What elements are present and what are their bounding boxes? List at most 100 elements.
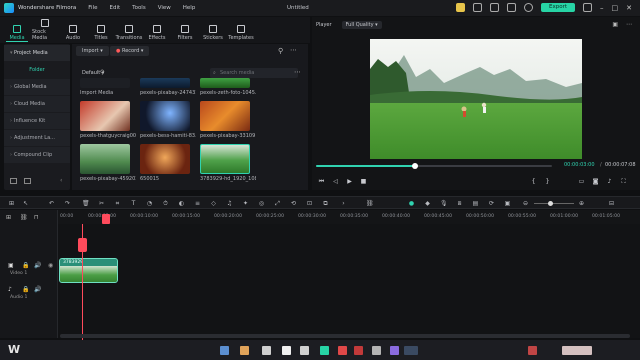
- crop-icon[interactable]: ⌗: [114, 200, 121, 207]
- new-folder-icon[interactable]: [10, 178, 17, 184]
- media-thumb[interactable]: [200, 101, 250, 131]
- duration-icon[interactable]: ⏱: [162, 200, 169, 207]
- undo-icon[interactable]: ↶: [48, 200, 55, 207]
- media-thumb-selected[interactable]: [200, 144, 250, 174]
- delete-icon[interactable]: 🗑: [82, 200, 90, 207]
- mask-icon[interactable]: ◎: [258, 200, 265, 207]
- taskbar-app-icon[interactable]: [528, 346, 537, 355]
- snap-toggle-icon[interactable]: ●: [408, 200, 415, 207]
- tab-filters[interactable]: Filters: [172, 25, 198, 43]
- subtitle-icon[interactable]: ▤: [472, 200, 479, 207]
- playback-progress-bar[interactable]: [316, 163, 552, 169]
- link-icon[interactable]: ⛓: [366, 200, 374, 207]
- mute-icon[interactable]: 🔊: [34, 262, 41, 269]
- layout-icon[interactable]: ⊞: [8, 200, 15, 207]
- taskbar-app-icon[interactable]: [220, 346, 229, 355]
- maximize-icon[interactable]: □: [612, 4, 619, 12]
- link-track-icon[interactable]: ⛓: [20, 214, 28, 221]
- step-back-icon[interactable]: ◁: [332, 178, 339, 185]
- visibility-icon[interactable]: ◉: [48, 262, 53, 269]
- tab-titles[interactable]: Titles: [88, 25, 114, 43]
- marker-icon[interactable]: ◆: [424, 200, 431, 207]
- record-voice-icon[interactable]: 🎙: [440, 200, 448, 207]
- sidebar-item-project-media[interactable]: ▾Project Media: [4, 45, 70, 61]
- quality-dropdown[interactable]: Full Quality ▾: [341, 21, 382, 29]
- sort-dropdown[interactable]: Default ▾: [76, 68, 110, 78]
- grid-icon[interactable]: [506, 3, 516, 12]
- more-icon[interactable]: ⋯: [290, 46, 297, 54]
- more-icon[interactable]: ⋯: [626, 21, 632, 28]
- taskbar-app-icon[interactable]: [390, 346, 399, 355]
- video-preview[interactable]: [370, 39, 582, 159]
- tab-audio[interactable]: Audio: [60, 25, 86, 43]
- transform-icon[interactable]: ⤢: [274, 200, 281, 207]
- headset-icon[interactable]: [489, 3, 499, 12]
- tab-templates[interactable]: Templates: [228, 25, 254, 43]
- camera-icon[interactable]: ◙: [592, 178, 599, 185]
- taskbar-app-icon[interactable]: [320, 346, 329, 355]
- volume-icon[interactable]: ♪: [606, 178, 613, 185]
- adjust-icon[interactable]: ≡: [194, 200, 201, 207]
- sidebar-item-compound-clip[interactable]: › Compound Clip: [4, 147, 70, 163]
- taskbar-logo-icon[interactable]: W: [8, 343, 20, 356]
- zoom-out-icon[interactable]: ⊖: [522, 200, 529, 207]
- play-icon[interactable]: ▶: [346, 178, 353, 185]
- import-media-thumb[interactable]: [80, 78, 130, 88]
- more-icon[interactable]: ›: [340, 200, 347, 207]
- group-icon[interactable]: ⧉: [322, 200, 329, 207]
- menu-file[interactable]: File: [88, 5, 97, 11]
- timeline-scrollbar[interactable]: [60, 334, 630, 338]
- export-button[interactable]: Export: [540, 3, 575, 12]
- filter-icon[interactable]: ⚲: [278, 47, 283, 55]
- zoom-slider[interactable]: [534, 203, 574, 204]
- render-preview-icon[interactable]: ▭: [578, 178, 585, 185]
- record-button[interactable]: ● Record ▾: [110, 46, 150, 56]
- minimize-icon[interactable]: –: [600, 4, 604, 12]
- taskbar-app-icon[interactable]: [404, 346, 418, 355]
- lock-icon[interactable]: 🔒: [22, 286, 29, 293]
- taskbar-app-icon[interactable]: [240, 346, 249, 355]
- playhead-cut-marker[interactable]: [78, 238, 87, 252]
- text-icon[interactable]: T: [130, 200, 137, 207]
- snapshot-icon[interactable]: ▣: [504, 200, 511, 207]
- media-thumb[interactable]: [200, 78, 250, 88]
- stop-icon[interactable]: ■: [360, 178, 367, 185]
- tab-stickers[interactable]: Stickers: [200, 25, 226, 43]
- taskbar-tray[interactable]: [562, 346, 592, 355]
- sidebar-item-folder[interactable]: Folder: [4, 62, 70, 78]
- media-thumb[interactable]: [80, 101, 130, 131]
- taskbar-app-icon[interactable]: [354, 346, 363, 355]
- layout-icon[interactable]: [583, 3, 592, 12]
- search-input[interactable]: ⌕ Search media: [210, 68, 298, 78]
- taskbar-app-icon[interactable]: [338, 346, 347, 355]
- tab-stock-media[interactable]: Stock Media: [32, 19, 58, 43]
- fullscreen-icon[interactable]: ⛶: [620, 178, 627, 185]
- auto-sync-icon[interactable]: ⟳: [488, 200, 495, 207]
- account-icon[interactable]: [523, 3, 533, 12]
- ai-tool-icon[interactable]: ✦: [242, 200, 249, 207]
- timeline-ruler[interactable]: 00:00 00:00:05:00 00:00:10:00 00:00:15:0…: [58, 210, 640, 224]
- upload-icon[interactable]: [472, 3, 482, 12]
- media-thumb[interactable]: [80, 144, 130, 174]
- collapse-icon[interactable]: ‹: [60, 177, 62, 184]
- audio-icon[interactable]: ♫: [226, 200, 233, 207]
- previous-frame-icon[interactable]: ⏮: [318, 178, 325, 185]
- stabilize-icon[interactable]: ⊡: [306, 200, 313, 207]
- gift-icon[interactable]: [455, 3, 465, 12]
- filter-small-icon[interactable]: ⚲: [100, 69, 104, 76]
- timeline-layout-icon[interactable]: ⊟: [608, 200, 615, 207]
- playhead-handle[interactable]: [102, 214, 110, 224]
- redo-icon[interactable]: ↷: [64, 200, 71, 207]
- mark-out-icon[interactable]: }: [544, 178, 551, 185]
- snapshot-icon[interactable]: ▣: [612, 21, 618, 28]
- menu-tools[interactable]: Tools: [132, 5, 146, 11]
- mix-icon[interactable]: ⧈: [456, 200, 463, 207]
- select-tool-icon[interactable]: ↖: [22, 200, 29, 207]
- motion-icon[interactable]: ⟲: [290, 200, 297, 207]
- menu-help[interactable]: Help: [183, 5, 196, 11]
- folder-icon[interactable]: [24, 178, 31, 184]
- speed-icon[interactable]: ◔: [146, 200, 153, 207]
- magnet-icon[interactable]: ⊓: [34, 214, 39, 221]
- more-options-icon[interactable]: ⋯: [294, 68, 301, 76]
- media-thumb[interactable]: [140, 101, 190, 131]
